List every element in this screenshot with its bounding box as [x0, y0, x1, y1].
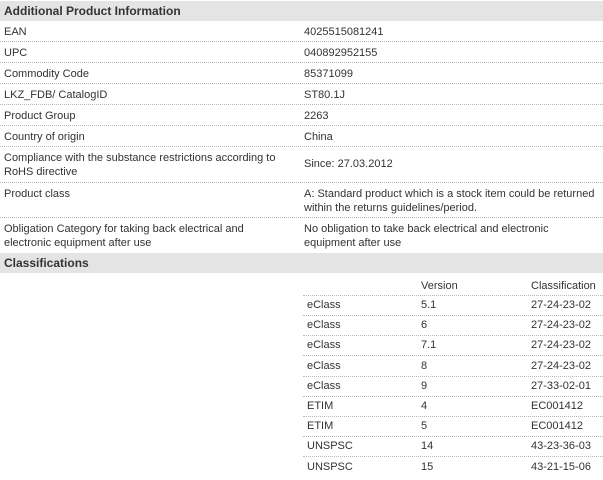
- cell-system: ETIM: [307, 400, 334, 412]
- row-divider: [303, 436, 603, 437]
- info-value: 85371099: [304, 68, 353, 80]
- info-row-product-class: Product class A: Standard product which …: [0, 183, 603, 218]
- info-row-ean: EAN 4025515081241: [0, 21, 603, 42]
- cell-classification: 27-24-23-02: [531, 339, 591, 351]
- cell-version: 5.1: [421, 299, 437, 311]
- info-label: Product Group: [4, 110, 76, 122]
- cell-classification: 43-21-15-06: [531, 461, 591, 473]
- cell-system: UNSPSC: [307, 440, 353, 452]
- info-label: Product class: [4, 188, 71, 200]
- cell-version: 4: [421, 400, 428, 412]
- info-label: Country of origin: [4, 131, 85, 143]
- info-value: 4025515081241: [304, 26, 384, 38]
- info-value: ST80.1J: [304, 89, 345, 101]
- info-row-rohs-compliance: Compliance with the substance restrictio…: [0, 147, 603, 183]
- row-divider: [303, 416, 603, 417]
- cell-classification: 27-24-23-02: [531, 319, 591, 331]
- cell-system: eClass: [307, 339, 341, 351]
- info-label: UPC: [4, 47, 28, 59]
- cell-classification: EC001412: [531, 400, 583, 412]
- info-label: Obligation Category for taking back elec…: [4, 223, 244, 249]
- info-value: Since: 27.03.2012: [304, 158, 393, 170]
- info-value: 040892952155: [304, 47, 378, 59]
- row-divider: [303, 335, 603, 336]
- cell-system: eClass: [307, 319, 341, 331]
- cell-version: 9: [421, 380, 428, 392]
- cell-version: 7.1: [421, 339, 437, 351]
- cell-classification: 43-23-36-03: [531, 440, 591, 452]
- info-value: China: [304, 131, 333, 143]
- cell-version: 8: [421, 360, 428, 372]
- cell-version: 6: [421, 319, 428, 331]
- cell-classification: 27-33-02-01: [531, 380, 591, 392]
- info-row-commodity-code: Commodity Code 85371099: [0, 63, 603, 84]
- row-divider: [303, 295, 603, 296]
- row-divider: [303, 376, 603, 377]
- row-divider: [303, 396, 603, 397]
- cell-version: 5: [421, 420, 428, 432]
- row-divider: [303, 315, 603, 316]
- info-row-product-group: Product Group 2263: [0, 105, 603, 126]
- info-row-country-of-origin: Country of origin China: [0, 126, 603, 147]
- column-header-version: Version: [421, 280, 458, 292]
- info-row-catalog-id: LKZ_FDB/ CatalogID ST80.1J: [0, 84, 603, 105]
- info-value: A: Standard product which is a stock ite…: [304, 188, 595, 214]
- cell-system: eClass: [307, 299, 341, 311]
- cell-system: eClass: [307, 360, 341, 372]
- info-label: Compliance with the substance restrictio…: [4, 152, 276, 178]
- cell-system: UNSPSC: [307, 461, 353, 473]
- info-row-upc: UPC 040892952155: [0, 42, 603, 63]
- cell-system: ETIM: [307, 420, 334, 432]
- row-divider: [303, 355, 603, 356]
- info-row-obligation-category: Obligation Category for taking back elec…: [0, 218, 603, 253]
- cell-version: 15: [421, 461, 434, 473]
- cell-classification: 27-24-23-02: [531, 299, 591, 311]
- info-label: Commodity Code: [4, 68, 89, 80]
- cell-version: 14: [421, 440, 434, 452]
- cell-system: eClass: [307, 380, 341, 392]
- info-value: 2263: [304, 110, 329, 122]
- row-divider: [303, 456, 603, 457]
- info-label: EAN: [4, 26, 27, 38]
- info-value: No obligation to take back electrical an…: [304, 223, 549, 249]
- cell-classification: EC001412: [531, 420, 583, 432]
- cell-classification: 27-24-23-02: [531, 360, 591, 372]
- additional-info-header: Additional Product Information: [0, 1, 603, 21]
- info-label: LKZ_FDB/ CatalogID: [4, 89, 108, 101]
- column-header-classification: Classification: [531, 280, 596, 292]
- classifications-header: Classifications: [0, 253, 603, 273]
